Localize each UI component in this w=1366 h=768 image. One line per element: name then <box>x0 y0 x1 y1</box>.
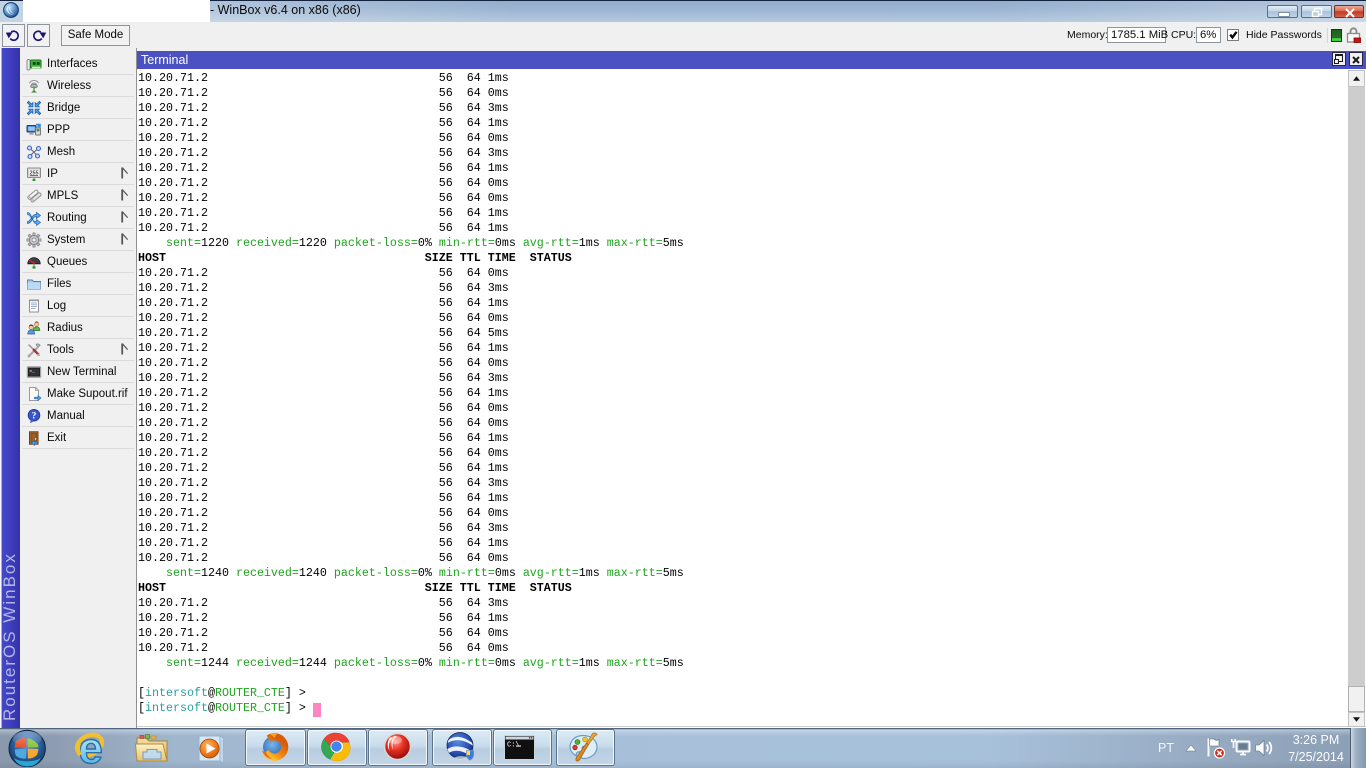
svg-text:e: e <box>78 729 102 767</box>
svg-text:>_: >_ <box>29 368 35 374</box>
svg-text:?: ? <box>32 411 37 421</box>
